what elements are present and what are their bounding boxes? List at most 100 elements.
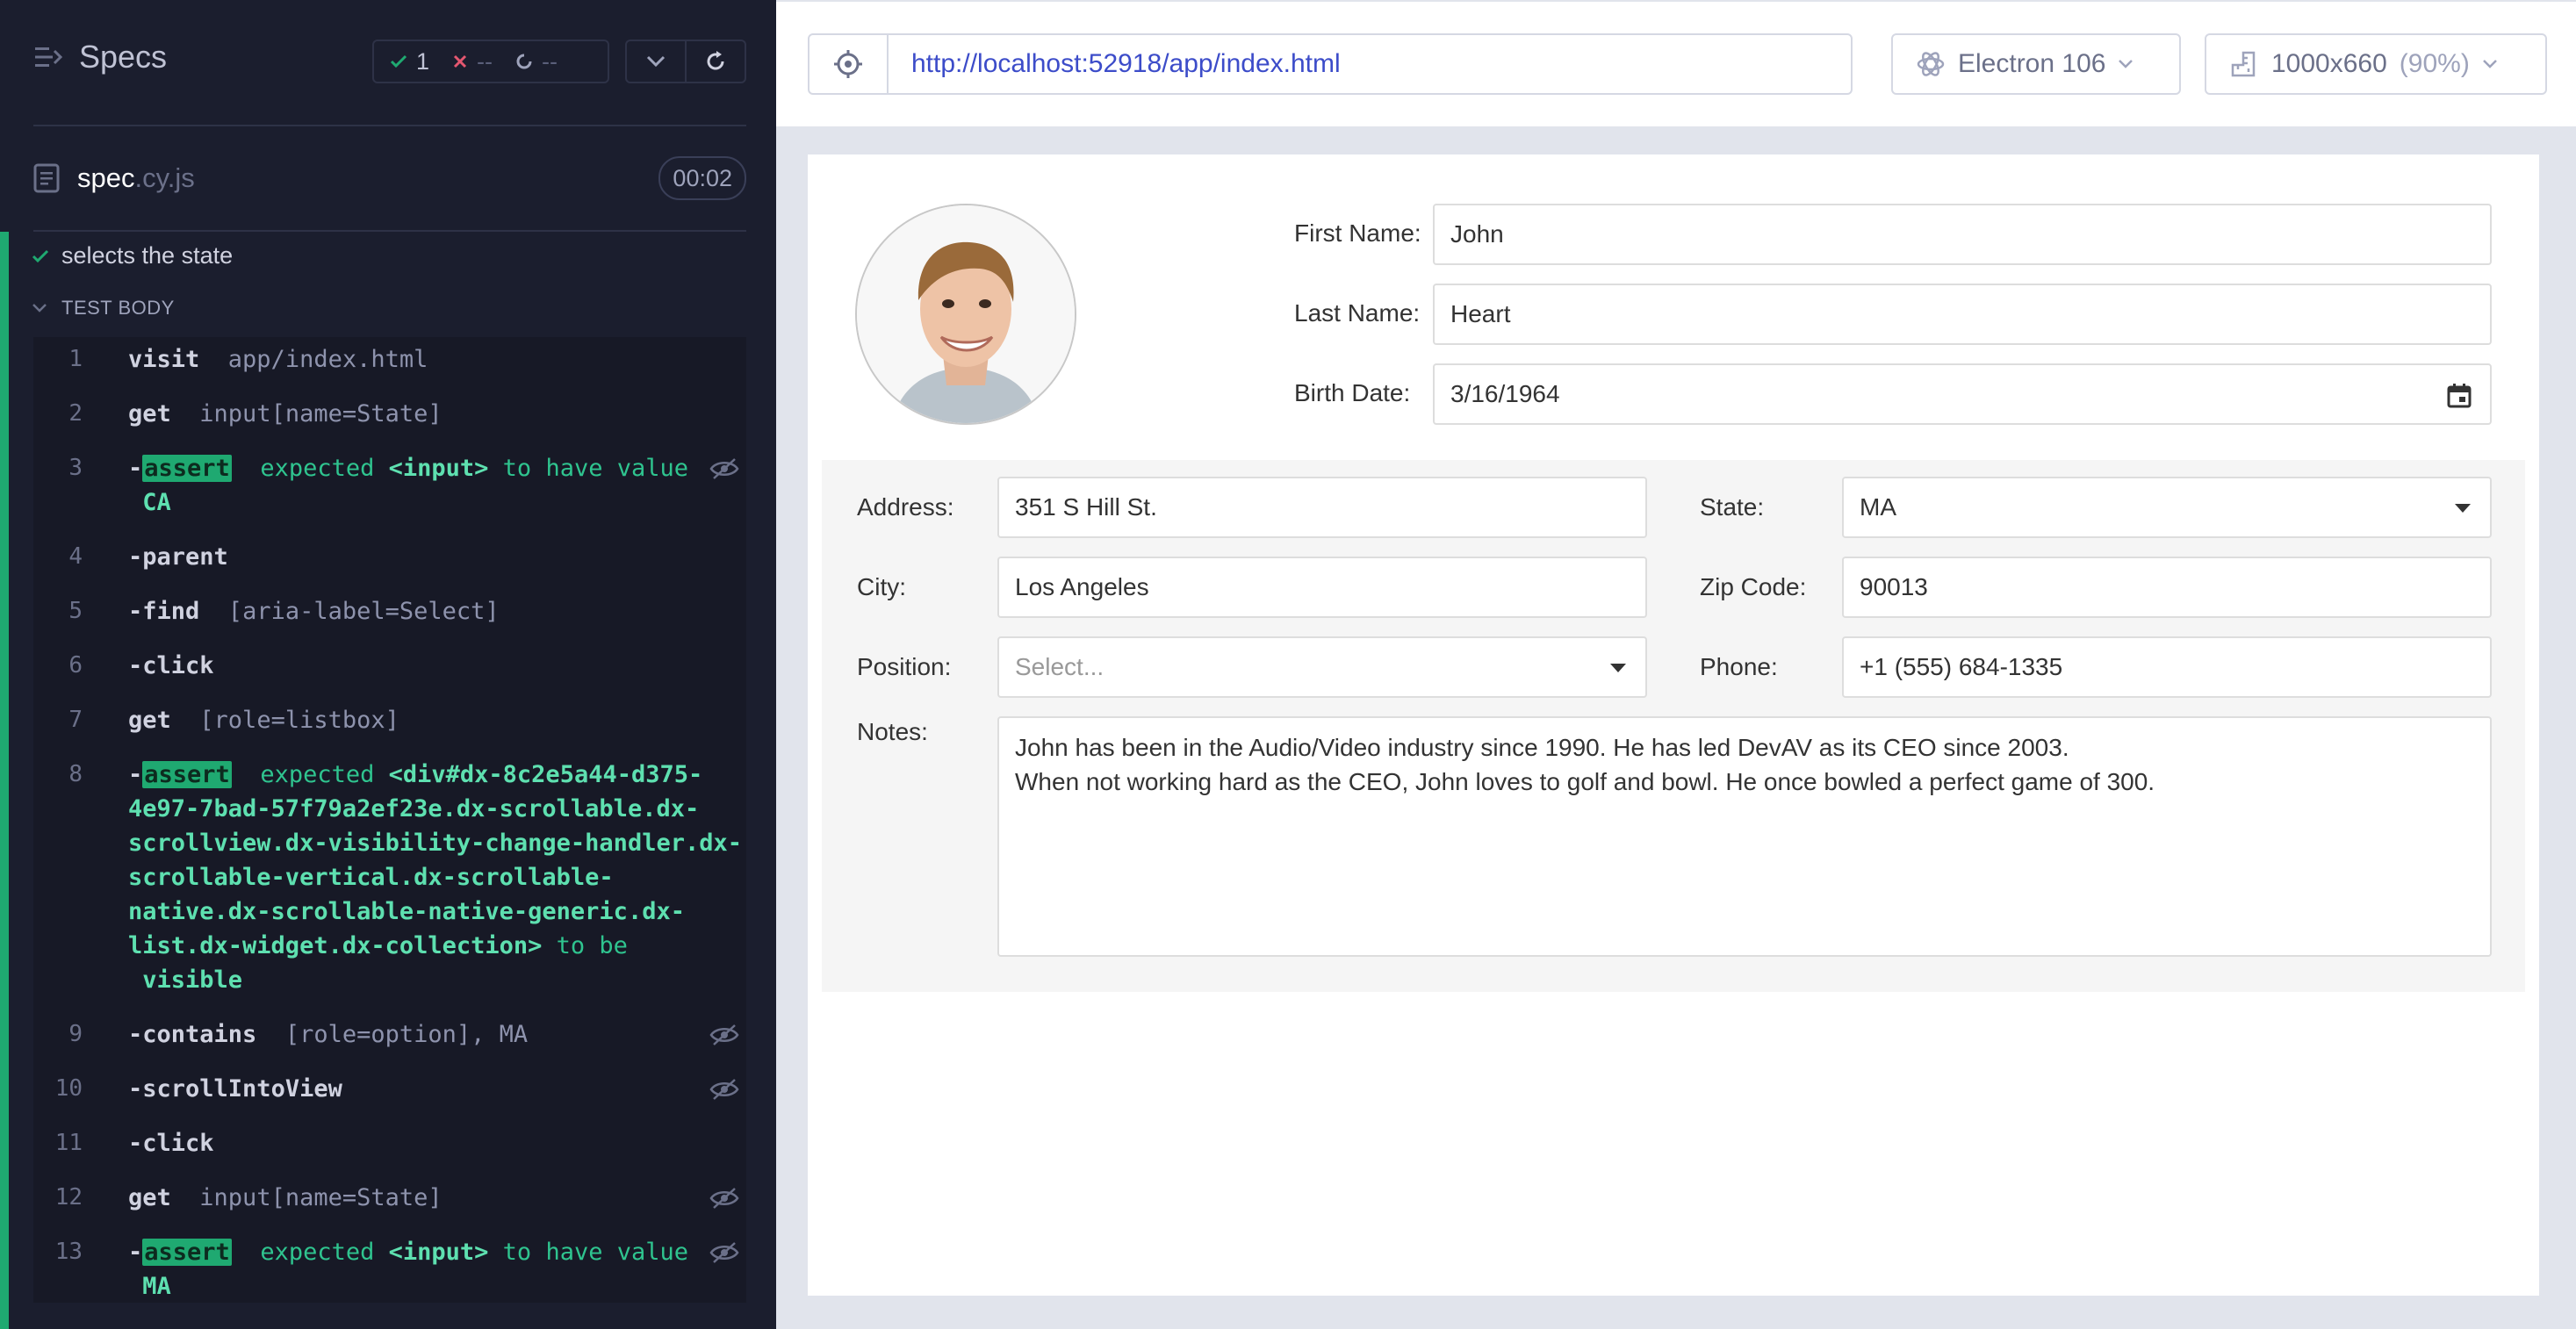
command-text: visible [128, 966, 243, 994]
command-row[interactable]: 11 -click [33, 1126, 746, 1160]
notes-line-2: When not working hard as the CEO, John l… [1015, 768, 2155, 795]
command-row[interactable]: 6 -click [33, 649, 746, 683]
command-row[interactable]: 8 -assert expected <div#dx-8c2e5a44-d375-… [33, 758, 746, 997]
collapse-button[interactable] [627, 41, 685, 82]
command-line: list.dx-widget.dx-collection> to be [128, 929, 699, 963]
chevron-down-icon [32, 304, 47, 312]
command-text: - [128, 543, 143, 571]
command-number: 3 [68, 455, 83, 481]
caret-down-icon[interactable] [1610, 664, 1626, 672]
address-input[interactable]: 351 S Hill St. [997, 477, 1647, 538]
command-row[interactable]: 10 -scrollIntoView [33, 1072, 746, 1106]
selector-playground-button[interactable] [809, 35, 889, 93]
viewport-selector[interactable]: 1000x660 (90%) [2205, 33, 2547, 95]
specs-list-icon [35, 47, 63, 67]
command-text: <input> [388, 1239, 489, 1266]
address-label: Address: [857, 493, 954, 521]
first-name-input[interactable]: John [1433, 204, 2492, 265]
position-select[interactable]: Select... [997, 636, 1647, 698]
eye-slash-icon[interactable] [709, 1240, 739, 1265]
command-line: scrollable-vertical.dx-scrollable- [128, 860, 699, 894]
test-title-row[interactable]: selects the state [32, 242, 233, 269]
eye-slash-icon[interactable] [709, 1077, 739, 1102]
checkmark-icon [390, 54, 407, 68]
avatar-image [857, 205, 1075, 423]
specs-title: Specs [79, 39, 168, 75]
phone-label: Phone: [1700, 653, 1778, 680]
city-input[interactable]: Los Angeles [997, 557, 1647, 618]
phone-input[interactable]: +1 (555) 684-1335 [1842, 636, 2492, 698]
caret-down-icon[interactable] [2455, 504, 2471, 513]
command-body: visit app/index.html [128, 342, 699, 377]
spec-file-row[interactable]: spec .cy.js 00:02 [33, 156, 746, 200]
command-text: - [128, 1239, 143, 1266]
x-icon [453, 54, 467, 68]
phone-value: +1 (555) 684-1335 [1860, 653, 2063, 680]
command-row[interactable]: 3 -assert expected <input> to have value … [33, 451, 746, 520]
command-row[interactable]: 4 -parent [33, 540, 746, 574]
command-line: -find [aria-label=Select] [128, 594, 699, 629]
reporter-header: Specs 1 -- -- [0, 0, 776, 128]
test-body-toggle[interactable]: TEST BODY [32, 297, 175, 320]
eye-slash-icon[interactable] [709, 456, 739, 481]
birth-date-value: 3/16/1964 [1450, 380, 1560, 407]
eye-slash-icon[interactable] [709, 1023, 739, 1047]
document-icon [33, 163, 60, 193]
state-select[interactable]: MA [1842, 477, 2492, 538]
command-text: scrollIntoView [142, 1075, 342, 1103]
command-line: -assert expected <input> to have value [128, 1235, 699, 1269]
pending-count: -- [542, 47, 558, 75]
command-number: 5 [68, 598, 83, 624]
command-body: -assert expected <div#dx-8c2e5a44-d375- 4… [128, 758, 742, 997]
header-divider [33, 125, 746, 126]
reporter-panel: Specs 1 -- -- spec .cy.js 00:02 selects … [0, 0, 776, 1329]
command-body: -click [128, 1126, 699, 1160]
command-text: to have value [488, 455, 688, 482]
command-body: get input[name=State] [128, 1181, 699, 1215]
checkmark-icon [32, 249, 49, 262]
viewport-size: 1000x660 [2271, 49, 2387, 78]
command-row[interactable]: 1 visit app/index.html [33, 342, 746, 377]
command-row[interactable]: 7 get [role=listbox] [33, 703, 746, 737]
command-row[interactable]: 5 -find [aria-label=Select] [33, 594, 746, 629]
command-body: -contains [role=option], MA [128, 1017, 699, 1052]
browser-selector[interactable]: Electron 106 [1891, 33, 2181, 95]
command-line: visible [128, 963, 699, 997]
rerun-button[interactable] [685, 41, 745, 82]
command-line: 4e97-7bad-57f79a2ef23e.dx-scrollable.dx- [128, 792, 699, 826]
command-text: find [142, 598, 200, 625]
specs-nav-button[interactable]: Specs [33, 39, 167, 75]
electron-icon [1917, 52, 1945, 76]
test-title: selects the state [61, 242, 234, 269]
command-line: get input[name=State] [128, 1181, 699, 1215]
command-row[interactable]: 9 -contains [role=option], MA [33, 1017, 746, 1052]
command-text: <div#dx-8c2e5a44-d375- [388, 761, 703, 788]
command-text: click [142, 652, 214, 679]
notes-textarea[interactable]: John has been in the Audio/Video industr… [997, 716, 2492, 957]
chevron-down-icon [646, 55, 666, 68]
command-line: MA [128, 1269, 699, 1304]
command-text: expected [231, 1239, 389, 1266]
command-row[interactable]: 2 get input[name=State] [33, 397, 746, 431]
command-number: 7 [68, 707, 83, 733]
eye-slash-icon[interactable] [709, 1186, 739, 1210]
calendar-icon[interactable] [2446, 383, 2472, 409]
command-line: -click [128, 1126, 699, 1160]
birth-date-input[interactable]: 3/16/1964 [1433, 363, 2492, 425]
command-body: get input[name=State] [128, 397, 699, 431]
command-row[interactable]: 13 -assert expected <input> to have value… [33, 1235, 746, 1304]
zip-code-label: Zip Code: [1700, 573, 1807, 600]
command-text: CA [128, 489, 171, 516]
last-name-input[interactable]: Heart [1433, 284, 2492, 345]
city-label: City: [857, 573, 906, 600]
command-number: 8 [68, 761, 83, 787]
passed-stat: 1 [390, 48, 429, 75]
zip-code-input[interactable]: 90013 [1842, 557, 2492, 618]
command-text: list.dx-widget.dx-collection> [128, 932, 543, 959]
command-line: -parent [128, 540, 699, 574]
url-bar[interactable]: http://localhost:52918/app/index.html [808, 33, 1853, 95]
crosshair-icon [834, 50, 862, 78]
command-row[interactable]: 12 get input[name=State] [33, 1181, 746, 1215]
command-text: [role=option], MA [256, 1021, 529, 1048]
position-placeholder: Select... [1015, 653, 1105, 680]
